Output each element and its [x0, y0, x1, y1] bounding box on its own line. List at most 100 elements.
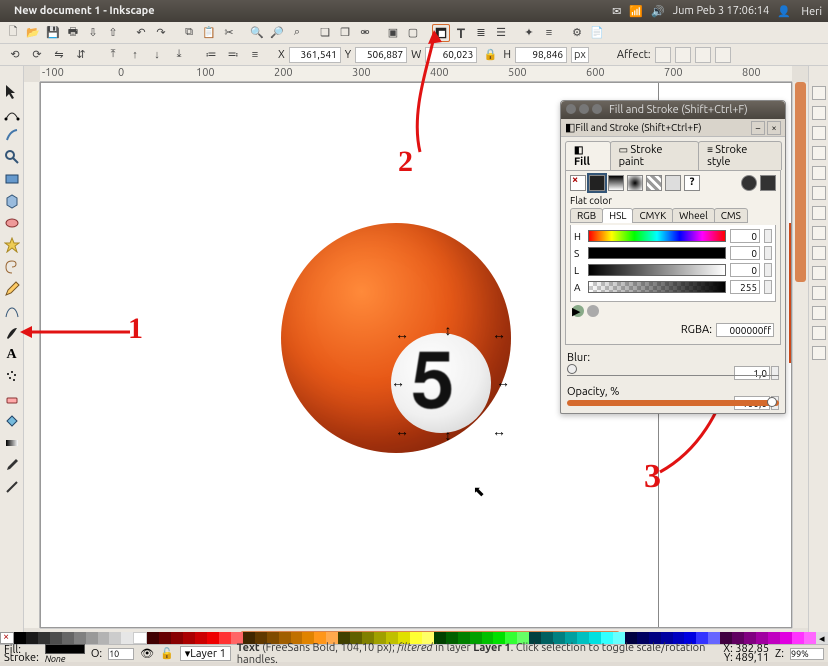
x-input[interactable] — [289, 47, 341, 63]
status-fill-swatch[interactable] — [45, 644, 85, 654]
tweak-tool-icon[interactable] — [3, 126, 21, 144]
lower-icon[interactable]: ↓ — [148, 46, 166, 64]
new-icon[interactable]: 🗋 — [4, 24, 22, 42]
zoom-drawing-icon[interactable]: ⌕ — [288, 24, 306, 42]
tray-mail-icon[interactable]: ✉ — [612, 5, 621, 18]
snap-misc2-icon[interactable] — [812, 326, 826, 340]
rect-tool-icon[interactable] — [3, 170, 21, 188]
s-spinner[interactable] — [764, 246, 772, 260]
star-tool-icon[interactable] — [3, 236, 21, 254]
snap-guide-icon[interactable] — [812, 286, 826, 300]
fill-stroke-dialog[interactable]: Fill and Stroke (Shift+Ctrl+F) ◧ Fill an… — [560, 100, 786, 414]
spiral-tool-icon[interactable] — [3, 258, 21, 276]
tray-datetime[interactable]: Jum Peb 3 17:06:14 — [673, 5, 769, 17]
lock-ratio-icon[interactable]: 🔒 — [481, 46, 499, 64]
status-opacity-input[interactable] — [108, 648, 134, 660]
layer-visibility-icon[interactable]: 👁 — [140, 647, 154, 660]
snap-misc3-icon[interactable] — [812, 346, 826, 360]
affect-stroke-button[interactable] — [655, 47, 671, 63]
clone-icon[interactable]: ❐ — [336, 24, 354, 42]
import-icon[interactable]: ⇩ — [84, 24, 102, 42]
cs-tab-cmyk[interactable]: CMYK — [632, 208, 673, 223]
3dbox-tool-icon[interactable] — [3, 192, 21, 210]
snap-grid-icon[interactable] — [812, 266, 826, 280]
a-spinner[interactable] — [764, 280, 772, 294]
tray-volume-icon[interactable]: 🔊 — [651, 5, 665, 18]
snap-page-icon[interactable] — [812, 246, 826, 260]
tray-network-icon[interactable]: 📶 — [629, 5, 643, 18]
cs-tab-cms[interactable]: CMS — [714, 208, 748, 223]
zoom-tool-icon[interactable] — [3, 148, 21, 166]
layers-dialog-icon[interactable]: ☰ — [492, 24, 510, 42]
cs-tab-hsl[interactable]: HSL — [602, 208, 633, 223]
obj-props2-icon[interactable]: ≕ — [224, 46, 242, 64]
copy-icon[interactable]: ⧉ — [180, 24, 198, 42]
tab-stroke-paint[interactable]: ▭ Stroke paint — [610, 141, 699, 170]
unit-select[interactable]: px — [571, 47, 589, 63]
spray-tool-icon[interactable] — [3, 368, 21, 386]
bucket-tool-icon[interactable] — [3, 412, 21, 430]
h-spinner[interactable] — [764, 229, 772, 243]
xml-editor-icon[interactable]: ≣ — [472, 24, 490, 42]
gradient-tool-icon[interactable] — [3, 434, 21, 452]
rotate-ccw-icon[interactable]: ⟲ — [6, 46, 24, 64]
transform-dialog-icon[interactable]: ✦ — [520, 24, 538, 42]
opacity-slider[interactable] — [567, 400, 779, 406]
eraser-tool-icon[interactable] — [3, 390, 21, 408]
export-icon[interactable]: ⇧ — [104, 24, 122, 42]
obj-props-icon[interactable]: ≔ — [202, 46, 220, 64]
fill-rule-nonzero-icon[interactable] — [760, 175, 776, 191]
prefs-icon[interactable]: ⚙ — [568, 24, 586, 42]
h-slider[interactable] — [588, 230, 726, 242]
paint-radgrad-button[interactable] — [627, 175, 643, 191]
fill-rule-evenodd-icon[interactable] — [741, 175, 757, 191]
unlink-icon[interactable]: ⚮ — [356, 24, 374, 42]
snap-misc1-icon[interactable] — [812, 306, 826, 320]
tab-fill[interactable]: ◧ Fill — [565, 141, 611, 170]
affect-corners-button[interactable] — [675, 47, 691, 63]
out-of-gamut-icon[interactable] — [587, 305, 599, 317]
blur-slider[interactable] — [567, 366, 779, 376]
redo-icon[interactable]: ↷ — [152, 24, 170, 42]
selector-tool-icon[interactable] — [3, 82, 21, 100]
layer-selector[interactable]: ▾Layer 1 — [180, 646, 231, 661]
connector-tool-icon[interactable] — [3, 478, 21, 496]
dialog-close-button[interactable]: × — [767, 121, 781, 135]
raise-top-icon[interactable]: ⤒ — [104, 46, 122, 64]
affect-pattern-button[interactable] — [715, 47, 731, 63]
affect-gradient-button[interactable] — [695, 47, 711, 63]
save-icon[interactable]: 💾 — [44, 24, 62, 42]
scrollbar-vertical[interactable] — [792, 82, 808, 628]
lower-bottom-icon[interactable]: ⤓ — [170, 46, 188, 64]
print-icon[interactable]: 🖶 — [64, 24, 82, 42]
snap-center-icon[interactable] — [812, 186, 826, 200]
cs-tab-rgb[interactable]: RGB — [570, 208, 603, 223]
paint-unknown-button[interactable]: ? — [684, 175, 700, 191]
selection-handles[interactable]: ↔↕↔ ↔↔ ↔↕↔ — [401, 335, 496, 430]
flip-v-icon[interactable]: ⇵ — [72, 46, 90, 64]
rgba-input[interactable] — [716, 323, 774, 337]
snap-intersect-icon[interactable] — [812, 166, 826, 180]
h-input[interactable] — [515, 47, 567, 63]
dialog-window-buttons[interactable] — [566, 104, 605, 117]
raise-icon[interactable]: ↑ — [126, 46, 144, 64]
text-dialog-icon[interactable]: T — [452, 24, 470, 42]
zoom-fit-icon[interactable]: 🔍 — [248, 24, 266, 42]
a-value-input[interactable] — [730, 280, 760, 294]
snap-node-icon[interactable] — [812, 126, 826, 140]
snap-bbox-icon[interactable] — [812, 106, 826, 120]
open-icon[interactable]: 📂 — [24, 24, 42, 42]
s-slider[interactable] — [588, 247, 726, 259]
undo-icon[interactable]: ↶ — [132, 24, 150, 42]
l-slider[interactable] — [588, 264, 726, 276]
color-managed-icon[interactable]: ▶ — [572, 305, 584, 317]
docprops-icon[interactable]: 📄 — [588, 24, 606, 42]
paint-none-button[interactable]: × — [570, 175, 586, 191]
rotate-cw-icon[interactable]: ⟳ — [28, 46, 46, 64]
paste-icon[interactable]: 📋 — [200, 24, 218, 42]
cs-tab-wheel[interactable]: Wheel — [672, 208, 715, 223]
obj-props3-icon[interactable]: ≡ — [246, 46, 264, 64]
snap-midpoint-icon[interactable] — [812, 206, 826, 220]
s-value-input[interactable] — [730, 246, 760, 260]
paint-pattern-button[interactable] — [646, 175, 662, 191]
